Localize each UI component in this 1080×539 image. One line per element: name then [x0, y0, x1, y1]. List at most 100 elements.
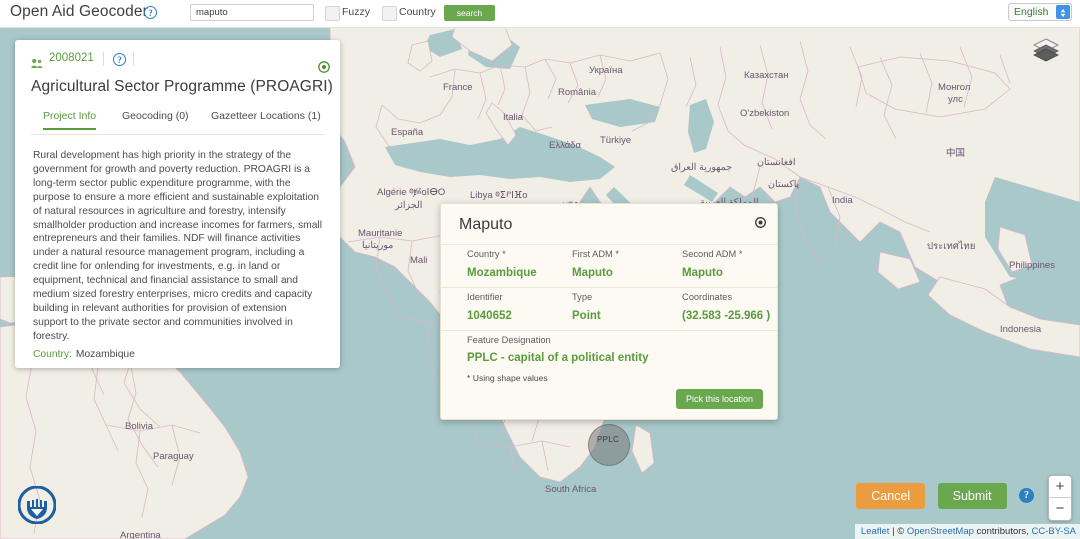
osm-link[interactable]: OpenStreetMap [907, 526, 974, 537]
leaflet-link[interactable]: Leaflet [861, 526, 890, 537]
group-icon [31, 56, 43, 68]
search-input[interactable] [190, 4, 314, 21]
map-label: Libya ⱉⵉⱂⵏⴼo [470, 190, 528, 201]
country-checkbox[interactable] [382, 6, 397, 21]
country-field-label: Country: [33, 348, 72, 360]
header-feature-designation: Feature Designation [441, 330, 777, 349]
cancel-button[interactable]: Cancel [856, 483, 926, 509]
action-bar: Cancel Submit ? [856, 483, 1034, 511]
map-label: Ελλάδα [549, 140, 581, 151]
project-description: Rural development has high priority in t… [33, 150, 323, 342]
submit-button[interactable]: Submit [937, 483, 1007, 509]
header-first-adm: First ADM * [572, 244, 682, 263]
fuzzy-label: Fuzzy [342, 6, 371, 18]
map-label: South Africa [545, 484, 597, 495]
divider [103, 52, 104, 66]
top-toolbar: Open Aid Geocoder ? Fuzzy Country search… [0, 0, 1080, 28]
page-title: Open Aid Geocoder [10, 3, 148, 20]
layers-icon[interactable] [1032, 37, 1060, 63]
header-second-adm: Second ADM * [682, 244, 777, 263]
map-label: Paraguay [153, 451, 194, 462]
header-identifier: Identifier [441, 287, 572, 306]
map-label: Indonesia [1000, 324, 1042, 335]
gazetteer-marker[interactable] [588, 424, 630, 466]
project-tabs: Project Info Geocoding (0) Gazetteer Loc… [31, 110, 324, 135]
tab-geocoding[interactable]: Geocoding (0) [122, 110, 189, 128]
value-type: Point [572, 310, 601, 322]
table-header-row-3: Feature Designation [441, 330, 777, 349]
map-label: Türkiye [600, 135, 632, 146]
attr-copyright: © [897, 526, 907, 537]
help-circle-icon[interactable]: ? [1019, 488, 1034, 504]
fuzzy-checkbox[interactable] [325, 6, 340, 21]
table-header-row-2: Identifier Type Coordinates [441, 287, 777, 306]
map-label: Монгол [938, 82, 971, 93]
attr-contributors: contributors, [973, 526, 1032, 537]
country-label: Country [399, 6, 436, 18]
header-type: Type [572, 287, 682, 306]
zoom-out-button[interactable]: − [1049, 498, 1071, 519]
pick-this-location-button[interactable]: Pick this location [675, 389, 763, 409]
project-info-panel: 2008021 ? Agricultural Sector Programme … [15, 40, 340, 368]
map-label: 中国 [946, 148, 966, 159]
map-label: România [558, 87, 597, 98]
map-label: پاکستان [768, 179, 800, 190]
help-circle-icon[interactable]: ? [113, 53, 126, 66]
divider [133, 52, 134, 66]
project-title: Agricultural Sector Programme (PROAGRI) [31, 78, 333, 95]
map-label: улс [948, 94, 963, 105]
gazetteer-detail-popup: Maputo Country * First ADM * Second ADM … [440, 203, 778, 420]
search-button[interactable]: search [444, 5, 495, 21]
tab-project-info[interactable]: Project Info [43, 110, 97, 130]
map-label: India [832, 195, 853, 206]
chevron-updown-icon [1056, 5, 1070, 19]
close-circle-icon[interactable] [318, 60, 330, 73]
country-field-value: Mozambique [75, 348, 135, 360]
shape-values-note: * Using shape values [467, 373, 548, 383]
map-label: O'zbekiston [740, 108, 790, 119]
license-link[interactable]: CC-BY-SA [1031, 526, 1076, 537]
map-label: Україна [589, 65, 623, 76]
organization-logo [17, 485, 57, 525]
map-label: Казахстан [744, 70, 789, 81]
table-value-row-1: Mozambique Maputo Maputo [441, 263, 777, 288]
map-attribution: Leaflet | © OpenStreetMap contributors, … [854, 524, 1080, 539]
zoom-control[interactable]: + − [1048, 475, 1072, 521]
value-coordinates: (32.583 -25.966 ) [682, 310, 771, 322]
language-selected-value: English [1014, 6, 1049, 18]
map-label: France [443, 82, 473, 93]
map-label: افغانستان [757, 157, 796, 168]
close-circle-icon[interactable] [755, 215, 766, 228]
map-label: Bolivia [125, 421, 153, 432]
zoom-in-button[interactable]: + [1049, 476, 1071, 498]
header-coordinates: Coordinates [682, 287, 777, 306]
project-id-row: 2008021 ? [31, 52, 340, 74]
table-header-row-1: Country * First ADM * Second ADM * [441, 244, 777, 263]
map-label: Mali [410, 255, 428, 266]
map-label: Italia [503, 112, 524, 123]
gazetteer-detail-table: Country * First ADM * Second ADM * Mozam… [441, 244, 777, 349]
value-feature-designation: PPLC - capital of a political entity [467, 352, 649, 364]
project-country-row: Country: Mozambique [33, 349, 322, 360]
project-id: 2008021 [49, 52, 94, 64]
tab-gazetteer-locations[interactable]: Gazetteer Locations (1) [211, 110, 321, 128]
value-identifier: 1040652 [467, 310, 512, 322]
map-label: Mauritanie [358, 228, 403, 239]
map-label: الجزائر [395, 200, 423, 211]
value-second-adm: Maputo [682, 267, 723, 279]
table-value-row-2: 1040652 Point (32.583 -25.966 ) [441, 306, 777, 331]
map-label: Argentina [120, 530, 161, 539]
map-label: Algérie ⱉⱦⰼoⵏⴱO [377, 187, 446, 198]
gazetteer-marker-label: PPLC [597, 435, 620, 444]
popup-title: Maputo [459, 216, 513, 233]
header-country: Country * [441, 244, 572, 263]
map-label: ประเทศไทย [927, 241, 976, 252]
language-select[interactable]: English [1008, 3, 1072, 21]
map-label: Philippines [1009, 260, 1055, 271]
value-country: Mozambique [467, 267, 537, 279]
map-label: موريتانيا [362, 240, 394, 251]
map-label: España [391, 127, 424, 138]
value-first-adm: Maputo [572, 267, 613, 279]
map-label: جمهورية العراق [671, 162, 732, 173]
help-circle-icon[interactable]: ? [144, 6, 157, 19]
